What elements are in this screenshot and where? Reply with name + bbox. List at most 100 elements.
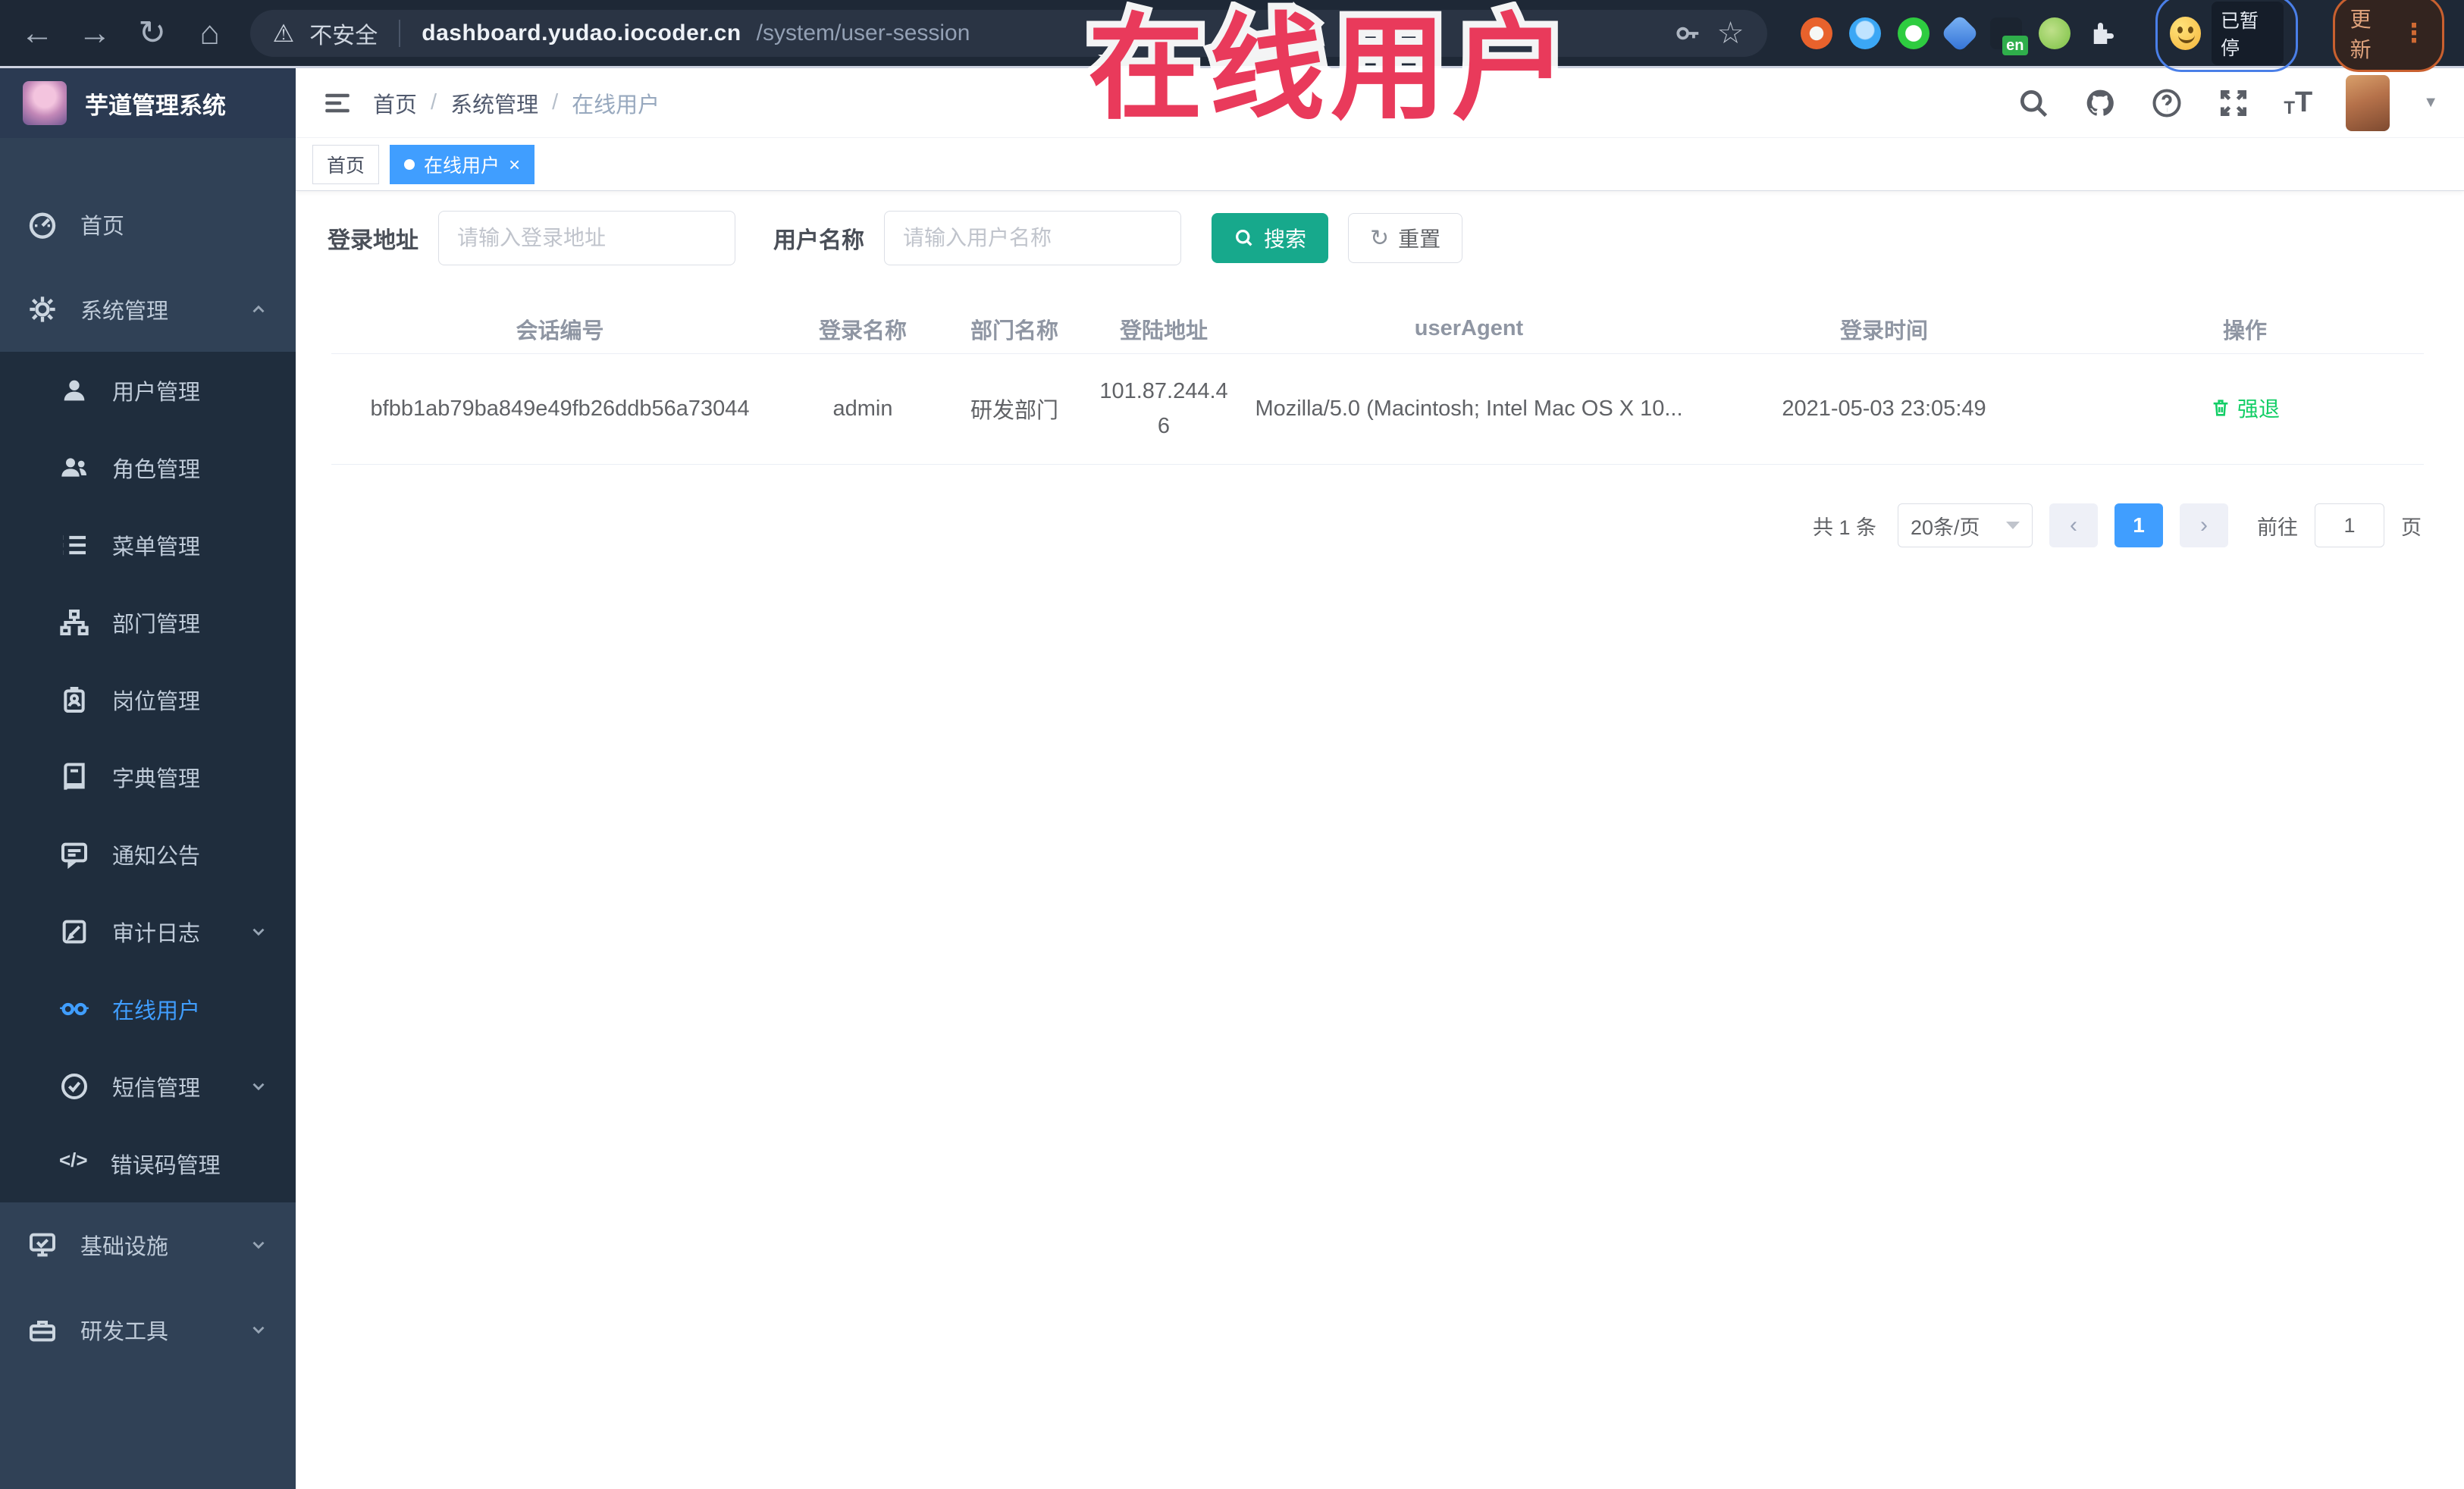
sidebar-item-infrastructure[interactable]: 基础设施 [0, 1202, 296, 1287]
cell-dept-name: 研发部门 [937, 353, 1092, 465]
header-actions: TT ▼ [2017, 74, 2438, 131]
login-address-label: 登录地址 [328, 228, 419, 253]
tag-close-icon[interactable]: × [509, 155, 520, 174]
extensions-puzzle-icon[interactable] [2087, 17, 2119, 49]
sidebar-item-user-mgmt[interactable]: 用户管理 [0, 352, 296, 429]
audit-log-icon [59, 917, 89, 947]
sidebar-logo[interactable]: 芋道管理系统 [0, 68, 296, 138]
browser-menu-dots-icon[interactable]: ⋮ [2401, 18, 2427, 49]
extension-en-badge: en [2002, 35, 2028, 55]
sidebar-item-error-code[interactable]: </> 错误码管理 [0, 1125, 296, 1202]
search-button[interactable]: 搜索 [1212, 213, 1329, 263]
tag-home[interactable]: 首页 [312, 144, 380, 184]
sidebar-item-label: 首页 [80, 215, 125, 239]
prev-page-button[interactable]: ‹ [2049, 503, 2098, 547]
extensions-row: en [1800, 14, 2119, 55]
reset-button[interactable]: ↻ 重置 [1348, 213, 1463, 263]
extension-orange-icon[interactable] [1800, 17, 1832, 49]
browser-back-icon[interactable]: ← [20, 14, 55, 52]
page-unit-label: 页 [2401, 516, 2422, 539]
password-key-icon[interactable] [1673, 19, 1702, 48]
browser-toolbar: ← → ↻ ⌂ ⚠ 不安全 dashboard.yudao.iocoder.cn… [0, 0, 2464, 72]
system-submenu: 用户管理 角色管理 菜单管理 部门管理 岗位管理 字典管理 通知公告 审计日志 … [0, 352, 296, 1202]
sidebar-item-notice[interactable]: 通知公告 [0, 816, 296, 893]
gear-icon [27, 294, 58, 324]
extension-blue-gem-icon[interactable] [1940, 14, 1979, 52]
help-question-icon[interactable] [2150, 86, 2183, 120]
current-page-button[interactable]: 1 [2114, 503, 2163, 547]
sidebar-item-label: 部门管理 [112, 613, 201, 637]
hamburger-icon[interactable] [321, 87, 353, 119]
sidebar-item-home[interactable]: 首页 [0, 182, 296, 267]
avatar[interactable] [2346, 74, 2390, 131]
login-address-input[interactable] [438, 211, 735, 265]
sidebar-item-label: 在线用户 [112, 999, 201, 1023]
sidebar-item-dept-mgmt[interactable]: 部门管理 [0, 584, 296, 661]
search-icon [1236, 230, 1252, 246]
goto-page-input[interactable] [2315, 503, 2384, 547]
address-bar[interactable]: ⚠ 不安全 dashboard.yudao.iocoder.cn /system… [249, 9, 1767, 57]
column-header-login-ip: 登陆地址 [1092, 305, 1236, 354]
cell-session-id: bfbb1ab79ba849e49fb26ddb56a73044 [331, 353, 788, 465]
page-size-select[interactable]: 20条/页 [1898, 503, 2033, 547]
trash-icon [2213, 400, 2228, 416]
extension-blue-drop-icon[interactable] [1848, 17, 1881, 49]
sidebar-item-label: 岗位管理 [112, 690, 201, 714]
sidebar-item-sms-mgmt[interactable]: 短信管理 [0, 1048, 296, 1125]
breadcrumb: 首页 / 系统管理 / 在线用户 [373, 87, 660, 119]
sidebar-item-role-mgmt[interactable]: 角色管理 [0, 429, 296, 506]
browser-reload-icon[interactable]: ↻ [135, 14, 170, 52]
sidebar-item-system[interactable]: 系统管理 [0, 267, 296, 352]
sidebar-item-label: 审计日志 [112, 922, 201, 946]
sidebar-item-dict-mgmt[interactable]: 字典管理 [0, 738, 296, 816]
sidebar-item-label: 菜单管理 [112, 535, 201, 560]
username-input[interactable] [884, 211, 1181, 265]
extension-green-ring-icon[interactable] [1897, 17, 1930, 49]
browser-home-icon[interactable]: ⌂ [193, 14, 227, 52]
cell-user-agent: Mozilla/5.0 (Macintosh; Intel Mac OS X 1… [1236, 353, 1702, 465]
insecure-warning-icon: ⚠ [272, 19, 295, 47]
sidebar-item-menu-mgmt[interactable]: 菜单管理 [0, 506, 296, 584]
sidebar-item-label: 用户管理 [112, 381, 201, 405]
force-logout-button[interactable]: 强退 [2210, 393, 2280, 423]
column-header-actions: 操作 [2066, 305, 2424, 354]
sidebar-item-label: 系统管理 [80, 299, 169, 324]
header-search-icon[interactable] [2017, 86, 2050, 120]
filter-form: 登录地址 用户名称 搜索 ↻ 重置 [328, 211, 1463, 265]
sidebar-item-audit-log[interactable]: 审计日志 [0, 893, 296, 970]
sidebar-item-online-users[interactable]: 在线用户 [0, 970, 296, 1048]
fullscreen-icon[interactable] [2217, 86, 2250, 120]
sidebar-item-label: 短信管理 [112, 1077, 201, 1101]
chrome-update-button[interactable]: 更新 ⋮ [2332, 0, 2444, 72]
select-caret-icon [2006, 522, 2020, 529]
role-people-icon [59, 453, 89, 483]
browser-forward-icon[interactable]: → [77, 14, 112, 52]
avatar-caret-icon[interactable]: ▼ [2423, 94, 2438, 111]
chevron-down-icon [249, 1235, 268, 1255]
sidebar-item-label: 字典管理 [112, 767, 201, 792]
sidebar-item-label: 错误码管理 [110, 1154, 221, 1178]
cell-login-name: admin [788, 353, 937, 465]
bookmark-star-icon[interactable]: ☆ [1717, 16, 1745, 51]
profile-paused-pill[interactable]: 已暂停 [2155, 0, 2298, 72]
sidebar-item-dev-tools[interactable]: 研发工具 [0, 1287, 296, 1372]
breadcrumb-system[interactable]: 系统管理 [450, 87, 538, 119]
code-brackets-icon: </> [59, 1149, 88, 1171]
post-badge-icon [59, 685, 89, 715]
github-icon[interactable] [2083, 86, 2117, 120]
breadcrumb-home[interactable]: 首页 [373, 87, 417, 119]
sidebar-menu: 首页 系统管理 用户管理 角色管理 菜单管理 部门管理 岗位管理 字典管理 通知… [0, 138, 296, 1372]
sidebar-item-post-mgmt[interactable]: 岗位管理 [0, 661, 296, 738]
tag-label: 首页 [327, 155, 365, 177]
next-page-button[interactable]: › [2180, 503, 2228, 547]
sidebar-item-label: 通知公告 [112, 845, 201, 869]
extension-translate-icon[interactable]: en [1989, 17, 2028, 55]
column-header-dept-name: 部门名称 [937, 305, 1092, 354]
extension-green-icon[interactable] [2038, 17, 2071, 49]
table-row: bfbb1ab79ba849e49fb26ddb56a73044 admin 研… [331, 353, 2424, 465]
address-separator [399, 19, 401, 47]
breadcrumb-separator: / [431, 90, 437, 114]
user-icon [59, 375, 89, 406]
tag-online-users[interactable]: 在线用户 × [390, 144, 535, 184]
font-size-icon[interactable]: TT [2284, 86, 2312, 119]
